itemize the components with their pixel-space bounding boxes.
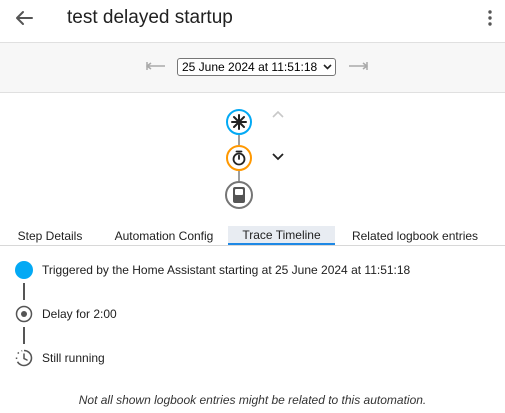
page-title: test delayed startup [67,7,233,28]
asterisk-icon [231,114,247,130]
next-trace-icon[interactable] [348,61,368,71]
timeline-entry-trigger: Triggered by the Home Assistant starting… [42,263,411,277]
tab-step-details[interactable]: Step Details [0,226,100,245]
timeline-connector [23,283,25,300]
app-header: test delayed startup [0,0,505,43]
tab-trace-timeline[interactable]: Trace Timeline [228,226,335,245]
trigger-node[interactable] [226,109,252,135]
overflow-menu-button[interactable] [480,7,500,29]
tab-automation-config[interactable]: Automation Config [100,226,228,245]
chevron-down-icon [323,64,332,70]
trace-select-value: 25 June 2024 at 11:51:18 [182,60,318,74]
delay-node[interactable] [226,145,252,171]
graph-connector [238,171,240,181]
trace-graph [0,93,505,225]
timeline-connector [23,327,25,344]
back-button[interactable] [10,6,38,30]
graph-connector [238,135,240,145]
trace-tabs: Step Details Automation Config Trace Tim… [0,226,505,246]
timeline-entry-running: Still running [42,351,105,365]
progress-clock-icon [15,349,33,367]
action-node[interactable] [225,181,253,209]
tab-related-logbook[interactable]: Related logbook entries [335,226,495,245]
dots-vertical-icon [488,10,492,26]
chevron-down-icon[interactable] [272,153,284,161]
device-icon [233,187,245,203]
logbook-footnote: Not all shown logbook entries might be r… [78,393,427,407]
trace-picker-bar: 25 June 2024 at 11:51:18 [0,43,505,93]
radio-dot-icon [15,305,33,323]
timer-icon [232,150,246,166]
timeline-entry-delay: Delay for 2:00 [42,307,117,321]
arrow-left-icon [16,11,33,25]
trace-select[interactable]: 25 June 2024 at 11:51:18 [177,58,337,76]
previous-trace-icon[interactable] [146,61,166,71]
chevron-up-icon[interactable] [272,110,284,118]
trigger-dot-icon [15,261,33,279]
